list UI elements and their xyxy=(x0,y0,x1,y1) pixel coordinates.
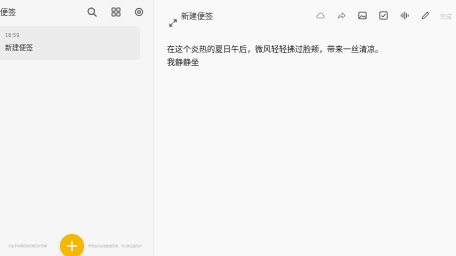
share-icon[interactable] xyxy=(337,11,346,20)
note-item-title: 新建便签 xyxy=(5,44,33,52)
note-list-header: 便签 xyxy=(0,0,154,24)
note-time: 18:59 xyxy=(5,33,20,39)
body-line-2: 我静静坐 xyxy=(167,58,199,67)
pen-icon[interactable] xyxy=(421,11,430,20)
done-button[interactable]: 完成 xyxy=(440,12,452,21)
note-editor: 新建便签 完成 在这个炎热的夏日午后，微风轻轻拂过脸颊，带来一丝清凉。 我静静坐 xyxy=(155,0,456,256)
body-line-1: 在这个炎热的夏日午后，微风轻轻拂过脸颊，带来一丝清凉。 xyxy=(167,45,383,54)
image-icon[interactable] xyxy=(358,11,367,20)
new-note-button[interactable] xyxy=(60,234,84,256)
footer-hint-right: 登录后可在电脑端查看，可以跨设备同步 xyxy=(88,244,143,248)
voice-icon[interactable] xyxy=(400,11,409,20)
note-list-panel: 便签 18:59 新建便签 可在手机端和网页端同步查看 登录后可在电脑端查看，可… xyxy=(0,0,154,256)
editor-title: 新建便签 xyxy=(181,12,213,21)
checkbox-icon[interactable] xyxy=(379,11,388,20)
expand-icon[interactable] xyxy=(169,12,177,27)
app-title: 便签 xyxy=(0,8,16,17)
settings-icon[interactable] xyxy=(134,7,144,17)
note-list-item[interactable]: 18:59 新建便签 xyxy=(0,26,140,60)
grid-icon[interactable] xyxy=(111,7,121,17)
search-icon[interactable] xyxy=(87,7,97,17)
cloud-icon[interactable] xyxy=(316,11,325,20)
footer-hint-left: 可在手机端和网页端同步查看 xyxy=(8,244,48,248)
plus-icon xyxy=(66,240,78,252)
note-body[interactable]: 在这个炎热的夏日午后，微风轻轻拂过脸颊，带来一丝清凉。 我静静坐 xyxy=(167,43,447,69)
